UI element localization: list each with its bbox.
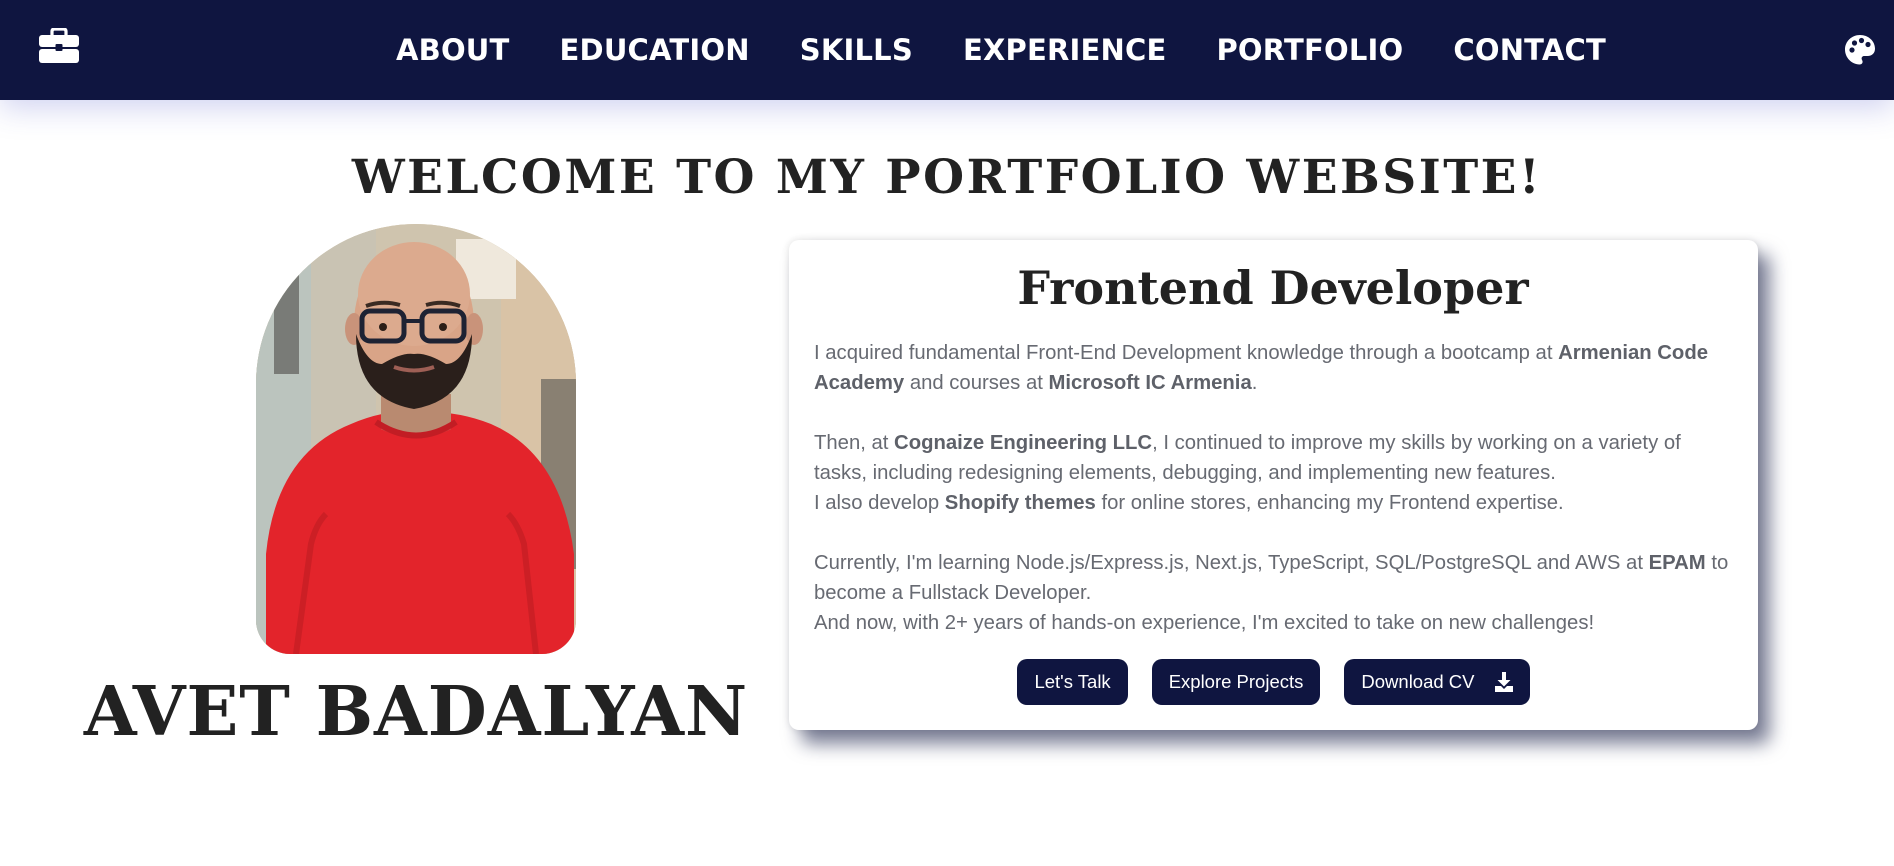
palette-icon[interactable]	[1844, 34, 1876, 66]
person-name: AVET BADALYAN	[83, 672, 749, 752]
button-label: Explore Projects	[1168, 671, 1304, 692]
intro-paragraph-2: Then, at Cognaize Engineering LLC, I con…	[814, 428, 1732, 488]
download-cv-button[interactable]: Download CV	[1344, 659, 1530, 705]
briefcase-icon[interactable]	[38, 27, 80, 64]
intro-text: I acquired fundamental Front-End Develop…	[814, 338, 1732, 638]
button-label: Let's Talk	[1034, 671, 1111, 692]
intro-paragraph-3: I also develop Shopify themes for online…	[814, 488, 1732, 518]
text-span: .	[1251, 372, 1258, 394]
top-navbar: ABOUT EDUCATION SKILLS EXPERIENCE PORTFO…	[0, 0, 1894, 100]
card-actions: Let's Talk Explore Projects Download CV	[789, 659, 1758, 705]
text-span: Then, at	[814, 432, 895, 454]
emphasis-text: Cognaize Engineering LLC	[894, 432, 1153, 454]
emphasis-text: Shopify themes	[944, 492, 1096, 514]
intro-paragraph-5: And now, with 2+ years of hands-on exper…	[814, 612, 1595, 634]
text-span: Currently, I'm learning Node.js/Express.…	[814, 552, 1649, 574]
nav-link-skills[interactable]: SKILLS	[800, 33, 913, 67]
nav-link-experience[interactable]: EXPERIENCE	[963, 33, 1167, 67]
profile-photo	[256, 224, 576, 654]
intro-card: Frontend Developer I acquired fundamenta…	[789, 240, 1758, 730]
emphasis-text: Microsoft IC Armenia	[1048, 372, 1252, 394]
emphasis-text: EPAM	[1648, 552, 1706, 574]
nav-link-portfolio[interactable]: PORTFOLIO	[1216, 33, 1403, 67]
text-span: I also develop	[814, 492, 945, 514]
text-span: I acquired fundamental Front-End Develop…	[814, 342, 1559, 364]
main-nav: ABOUT EDUCATION SKILLS EXPERIENCE PORTFO…	[396, 0, 1606, 100]
explore-projects-button[interactable]: Explore Projects	[1151, 659, 1321, 705]
button-label: Download CV	[1361, 671, 1475, 692]
text-span: and courses at	[904, 372, 1049, 394]
text-span: for online stores, enhancing my Frontend…	[1095, 492, 1564, 514]
download-icon	[1494, 672, 1513, 692]
intro-paragraph-4: Currently, I'm learning Node.js/Express.…	[814, 548, 1732, 608]
nav-link-education[interactable]: EDUCATION	[560, 33, 750, 67]
role-title: Frontend Developer	[1017, 261, 1529, 315]
intro-paragraph-1: I acquired fundamental Front-End Develop…	[814, 338, 1732, 398]
lets-talk-button[interactable]: Let's Talk	[1017, 659, 1128, 705]
nav-link-contact[interactable]: CONTACT	[1453, 33, 1606, 67]
welcome-heading: WELCOME TO MY PORTFOLIO WEBSITE!	[351, 150, 1543, 205]
nav-link-about[interactable]: ABOUT	[396, 33, 510, 67]
